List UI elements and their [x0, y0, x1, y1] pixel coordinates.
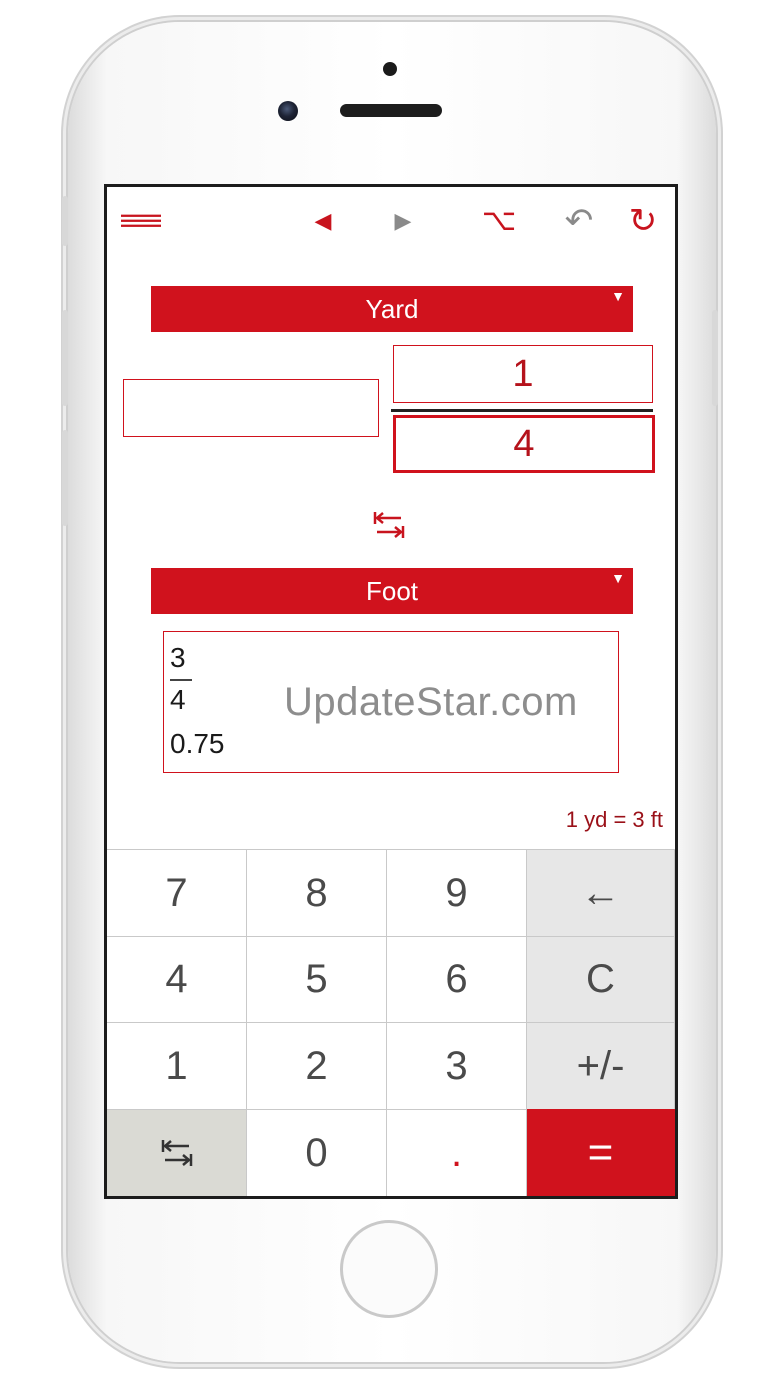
from-unit-label: Yard	[365, 293, 419, 324]
earpiece-speaker	[340, 104, 442, 117]
key-0[interactable]: 0	[247, 1109, 387, 1196]
sign-toggle-key[interactable]: +/-	[527, 1022, 675, 1109]
equals-key[interactable]: =	[527, 1109, 675, 1196]
next-button[interactable]: ▶	[383, 201, 423, 241]
from-unit-select[interactable]: Yard ▼	[151, 286, 633, 332]
to-unit-select[interactable]: Foot ▼	[151, 568, 633, 614]
conversion-note: 1 yd = 3 ft	[565, 807, 663, 832]
decimal-point-key[interactable]: .	[387, 1109, 527, 1196]
swap-units-button[interactable]	[369, 505, 409, 545]
side-button-mute	[62, 196, 68, 246]
option-key-icon: ⌥	[481, 204, 517, 237]
key-3[interactable]: 3	[387, 1022, 527, 1109]
reset-button[interactable]: ↻	[623, 201, 663, 241]
proximity-sensor	[383, 62, 397, 76]
result-numerator: 3	[170, 642, 186, 673]
key-2[interactable]: 2	[247, 1022, 387, 1109]
watermark: UpdateStar.com	[284, 680, 578, 724]
backspace-key[interactable]: ←	[527, 849, 675, 936]
result-fraction-bar	[170, 679, 192, 681]
result-decimal: 0.75	[170, 728, 225, 759]
undo-button[interactable]: ↶	[559, 201, 599, 241]
menu-button[interactable]	[121, 201, 161, 241]
key-8[interactable]: 8	[247, 849, 387, 936]
menu-icon	[121, 214, 161, 227]
side-button-volume-down	[62, 430, 68, 526]
dropdown-caret-icon: ▼	[611, 570, 625, 586]
clear-key[interactable]: C	[527, 936, 675, 1022]
key-1[interactable]: 1	[107, 1022, 247, 1109]
side-button-power	[712, 310, 718, 406]
result-denominator: 4	[170, 684, 186, 715]
to-unit-label: Foot	[365, 575, 419, 606]
triangle-left-icon: ◀	[314, 208, 332, 233]
key-7[interactable]: 7	[107, 849, 247, 936]
key-5[interactable]: 5	[247, 936, 387, 1022]
key-4[interactable]: 4	[107, 936, 247, 1022]
key-9[interactable]: 9	[387, 849, 527, 936]
previous-button[interactable]: ◀	[303, 201, 343, 241]
dropdown-caret-icon: ▼	[611, 288, 625, 304]
result-display: 3 4 0.75 UpdateStar.com	[163, 631, 619, 773]
undo-icon: ↶	[564, 202, 594, 240]
side-button-volume-up	[62, 310, 68, 406]
swap-icon	[373, 512, 405, 538]
app-screen: ◀ ▶ ⌥ ↶ ↻ Yard ▼ 1 4 Foot ▼ 3 4 0.75 Upd…	[104, 184, 678, 1199]
denominator-input[interactable]: 4	[393, 415, 655, 473]
option-button[interactable]: ⌥	[479, 201, 519, 241]
swap-key[interactable]	[107, 1109, 247, 1196]
refresh-icon: ↻	[628, 202, 658, 240]
key-6[interactable]: 6	[387, 936, 527, 1022]
fraction-bar	[391, 409, 653, 412]
home-button[interactable]	[340, 1220, 438, 1318]
triangle-right-icon: ▶	[394, 208, 412, 233]
numerator-input[interactable]: 1	[393, 345, 653, 403]
swap-icon	[161, 1140, 192, 1166]
whole-number-input[interactable]	[123, 379, 379, 437]
keypad: 7 8 9 ← 4 5 6 C 1 2 3 +/- 0 . =	[107, 849, 675, 1196]
front-camera	[278, 101, 298, 121]
